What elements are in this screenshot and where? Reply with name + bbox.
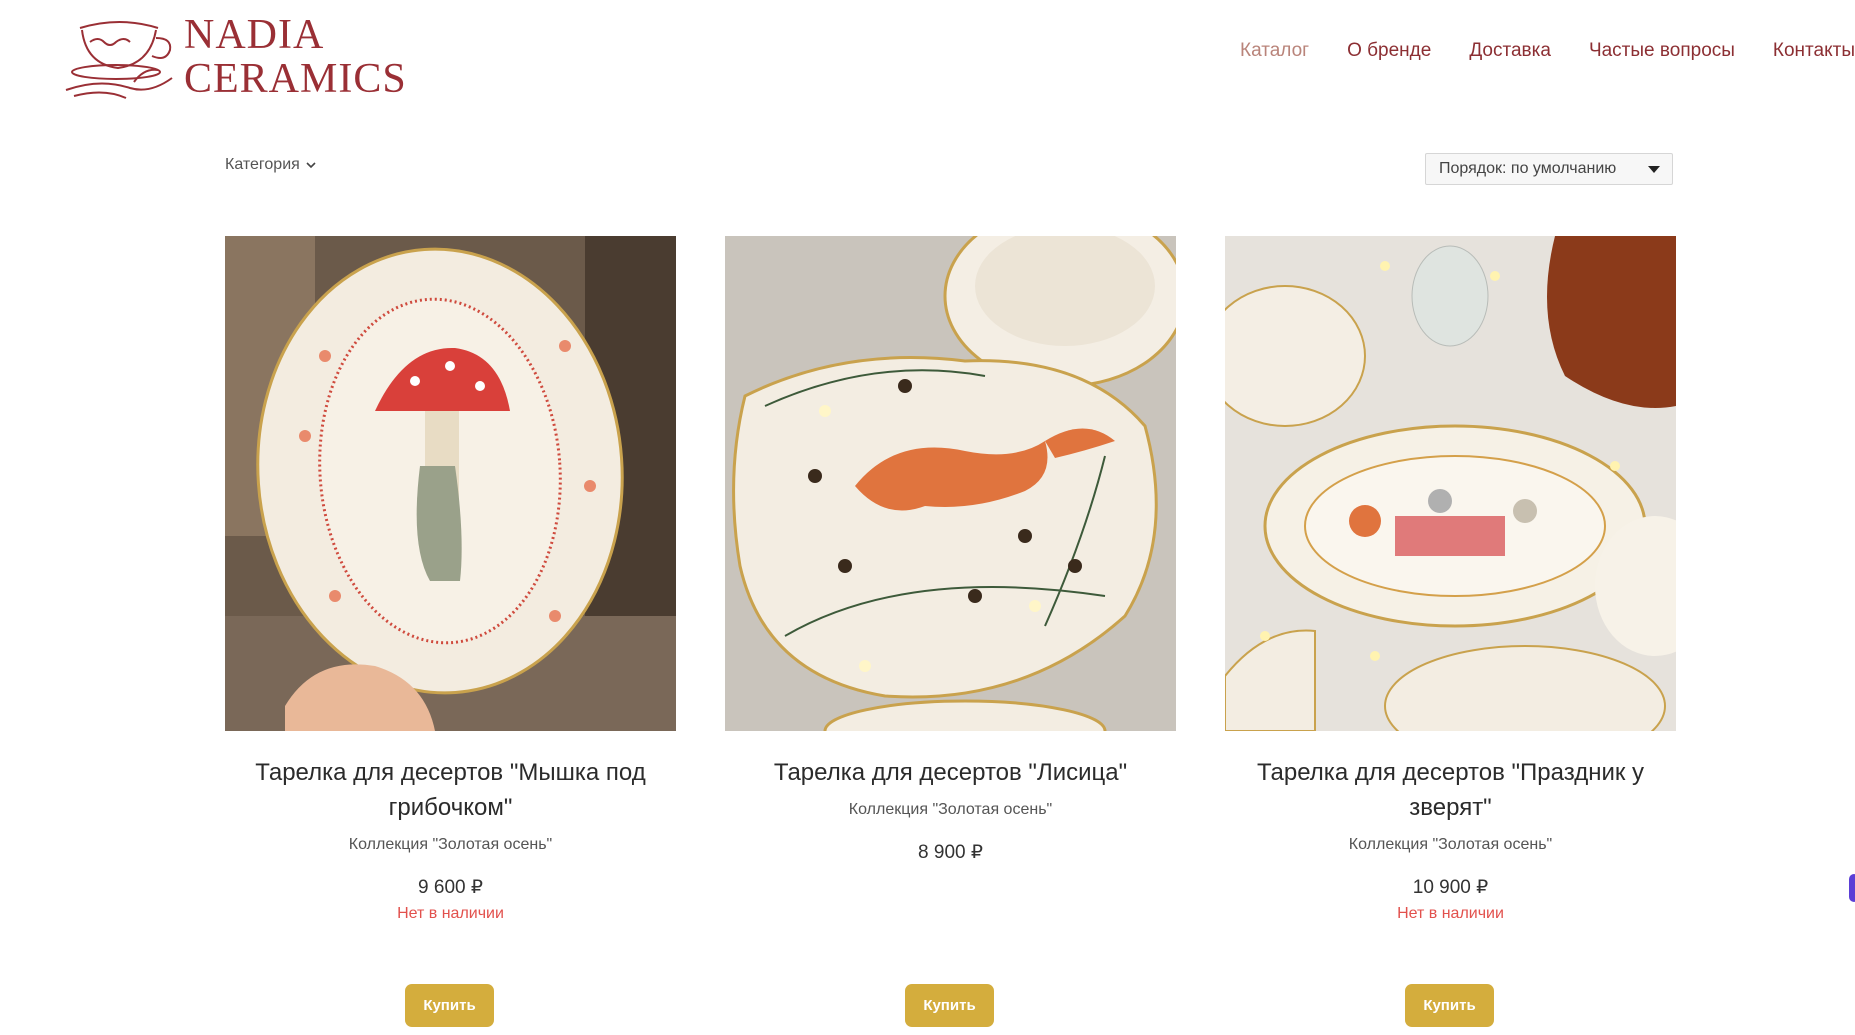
product-image[interactable] bbox=[225, 236, 676, 731]
product-price: 8 900 ₽ bbox=[918, 842, 983, 863]
product-collection: Коллекция "Золотая осень" bbox=[348, 836, 553, 853]
product-price: 10 900 ₽ bbox=[1412, 877, 1489, 898]
chat-widget-edge[interactable] bbox=[1849, 874, 1855, 902]
sort-dropdown[interactable]: Порядок: по умолчанию bbox=[1425, 153, 1673, 185]
dropdown-arrow-icon bbox=[1648, 165, 1660, 173]
out-of-stock-label: Нет в наличии bbox=[397, 905, 504, 922]
nav-catalog[interactable]: Каталог bbox=[1240, 40, 1309, 62]
category-filter[interactable]: Категория bbox=[225, 156, 316, 174]
buy-button[interactable]: Купить bbox=[905, 984, 994, 1027]
product-price: 9 600 ₽ bbox=[418, 877, 483, 898]
product-card: Тарелка для десертов "Праздник у зверят"… bbox=[1225, 236, 1676, 923]
product-image[interactable] bbox=[1225, 236, 1676, 731]
product-image[interactable] bbox=[725, 236, 1176, 731]
buy-button[interactable]: Купить bbox=[405, 984, 494, 1027]
product-card: Тарелка для десертов "Мышка под грибочко… bbox=[225, 236, 676, 923]
category-filter-label: Категория bbox=[225, 156, 300, 173]
nav-about-brand[interactable]: О бренде bbox=[1347, 40, 1431, 62]
brand-logo[interactable]: NADIA CERAMICS bbox=[60, 8, 420, 104]
sort-dropdown-value: Порядок: по умолчанию bbox=[1439, 160, 1617, 177]
product-collection: Коллекция "Золотая осень" bbox=[848, 801, 1053, 818]
chevron-down-icon bbox=[306, 162, 316, 169]
nav-delivery[interactable]: Доставка bbox=[1469, 40, 1551, 62]
brand-name: NADIA CERAMICS bbox=[184, 13, 407, 101]
product-collection: Коллекция "Золотая осень" bbox=[1348, 836, 1553, 853]
product-card: Тарелка для десертов "Лисица" Коллекция … bbox=[725, 236, 1176, 864]
teacup-logo-icon bbox=[65, 21, 173, 99]
brand-line2: CERAMICS bbox=[184, 56, 407, 102]
nav-faq[interactable]: Частые вопросы bbox=[1589, 40, 1735, 62]
product-title[interactable]: Тарелка для десертов "Лисица" bbox=[735, 755, 1166, 790]
out-of-stock-label: Нет в наличии bbox=[1397, 905, 1504, 922]
product-title[interactable]: Тарелка для десертов "Мышка под грибочко… bbox=[235, 755, 666, 825]
buy-button[interactable]: Купить bbox=[1405, 984, 1494, 1027]
fox-plate-image bbox=[725, 236, 1176, 731]
mushroom-mouse-plate-image bbox=[225, 236, 676, 731]
animal-party-plate-image bbox=[1225, 236, 1676, 731]
product-title[interactable]: Тарелка для десертов "Праздник у зверят" bbox=[1235, 755, 1666, 825]
nav-contacts[interactable]: Контакты bbox=[1773, 40, 1855, 62]
brand-line1: NADIA bbox=[184, 12, 325, 58]
main-navigation: Каталог О бренде Доставка Частые вопросы… bbox=[1240, 40, 1855, 62]
